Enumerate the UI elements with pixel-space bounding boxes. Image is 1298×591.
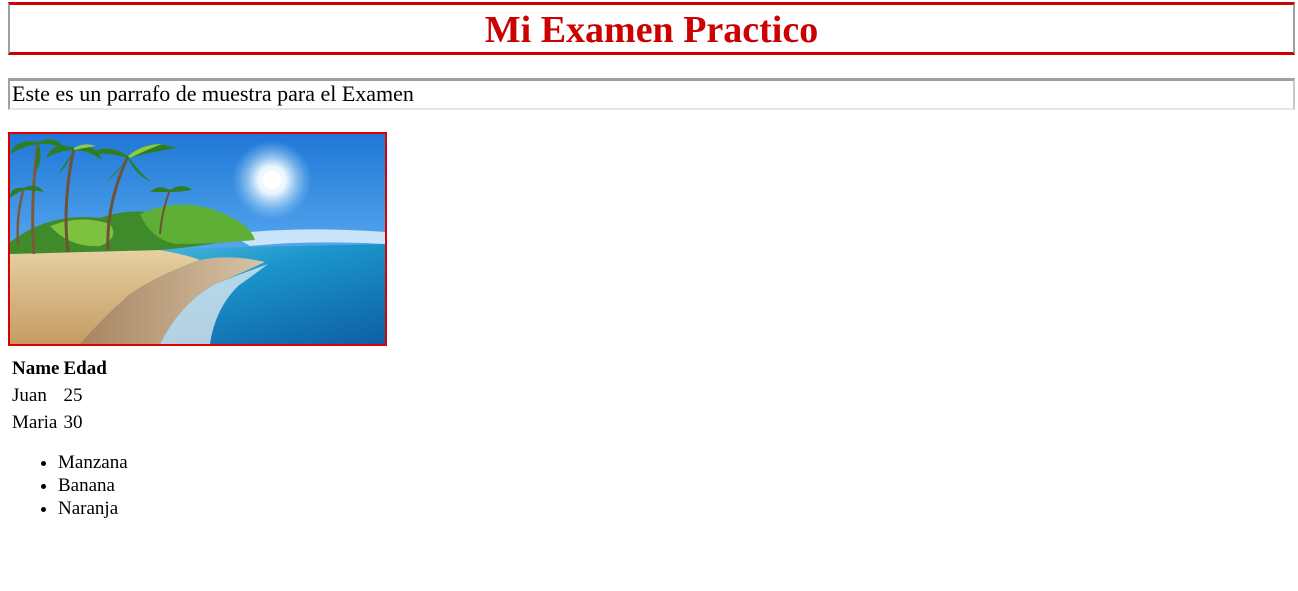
intro-box: Este es un parrafo de muestra para el Ex… [8, 78, 1295, 110]
column-header-name: Name [12, 358, 60, 379]
cell-edad: 30 [63, 412, 83, 433]
table-header-row: Name Edad [11, 356, 108, 381]
table-row: Maria 30 [11, 410, 108, 435]
list-item: Naranja [58, 497, 1295, 520]
list-item: Manzana [58, 451, 1295, 474]
cell-name: Juan [12, 385, 47, 406]
cell-edad: 25 [63, 385, 83, 406]
page: Mi Examen Practico Este es un parrafo de… [8, 2, 1295, 520]
cell-name: Maria [12, 412, 58, 433]
list-item: Banana [58, 474, 1295, 497]
beach-image [8, 132, 387, 346]
beach-illustration [10, 134, 385, 344]
intro-paragraph: Este es un parrafo de muestra para el Ex… [12, 81, 414, 106]
fruit-list: Manzana Banana Naranja [8, 451, 1295, 520]
title-box: Mi Examen Practico [8, 2, 1295, 55]
table-row: Juan 25 [11, 383, 108, 408]
page-title: Mi Examen Practico [484, 9, 819, 51]
column-header-edad: Edad [63, 358, 107, 379]
people-table: Name Edad Juan 25 Maria 30 [9, 354, 110, 437]
